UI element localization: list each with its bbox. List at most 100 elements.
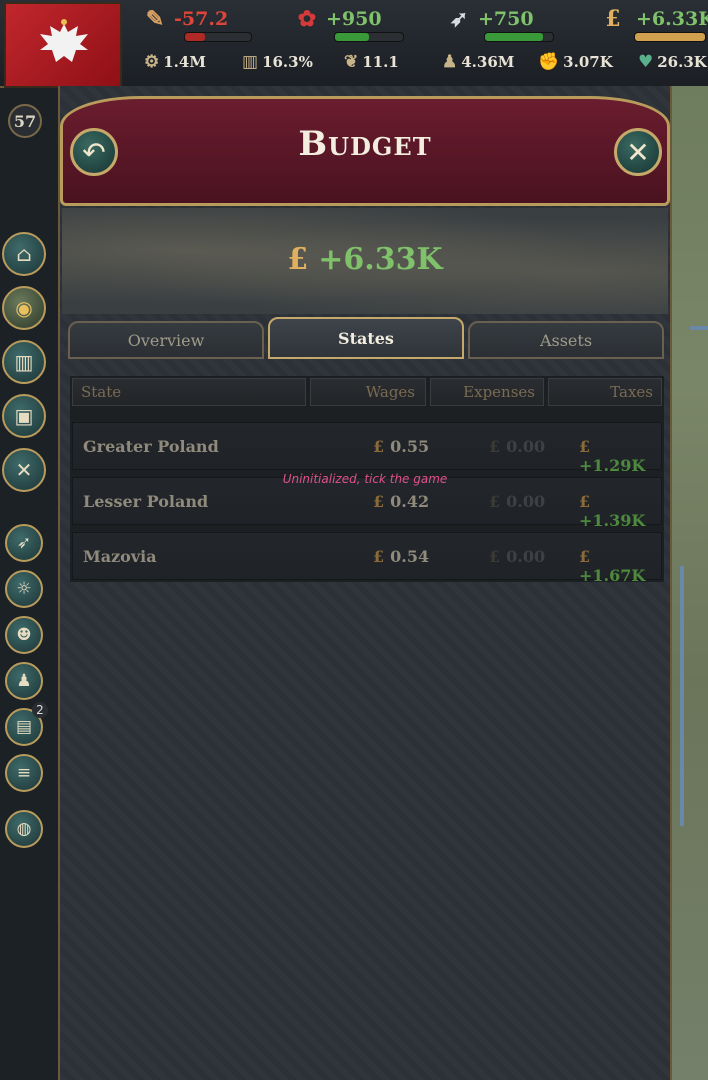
diplomacy-button[interactable]: ➶: [5, 524, 43, 562]
legitimacy-resource[interactable]: ✎ -57.2: [140, 4, 228, 34]
pound-icon: £: [489, 437, 501, 456]
state-name: Greater Poland: [83, 437, 219, 456]
table-header: State Wages Expenses Taxes: [70, 376, 664, 408]
ledger-icon: ≡: [16, 763, 32, 783]
radicals-stat[interactable]: ✊ 3.07K: [538, 52, 613, 72]
factory-icon: ▥: [14, 350, 34, 374]
pound-icon: £: [489, 492, 501, 511]
wheat-icon: ❦: [344, 52, 359, 72]
heart-icon: ♥: [638, 52, 654, 72]
bank-icon: ⌂: [16, 242, 32, 266]
pound-icon: £: [287, 242, 309, 277]
people-icon: ♟: [442, 52, 458, 72]
culture-button[interactable]: ☻: [5, 616, 43, 654]
white-eagle-icon: [40, 19, 88, 62]
wages-cell: £0.55: [373, 437, 430, 456]
river: [690, 326, 708, 330]
resource-row-secondary: ⚙ 1.4M ▥ 16.3% ❦ 11.1 ♟ 4.36M ✊ 3.07K ♥ …: [130, 52, 708, 80]
crossed-swords-icon: ✕: [15, 458, 33, 482]
state-name: Lesser Poland: [83, 492, 209, 511]
country-flag[interactable]: [4, 2, 122, 88]
budget-panel: ↶ Budget ✕ £ +6.33K Overview States Asset…: [58, 86, 672, 1080]
header-state[interactable]: State: [72, 378, 306, 406]
mask-icon: ☻: [16, 625, 32, 645]
production-button[interactable]: ▥: [2, 340, 46, 384]
crate-icon: ▣: [14, 404, 34, 428]
outliner-button[interactable]: ◍: [5, 810, 43, 848]
gdp-stat[interactable]: ⚙ 1.4M: [144, 52, 206, 72]
tab-states[interactable]: States: [268, 317, 464, 359]
pound-icon: £: [605, 6, 621, 32]
dove-icon: ➶: [449, 6, 469, 32]
influence-bar: [334, 32, 404, 42]
globe-icon: ◍: [16, 819, 32, 839]
book-icon: ▥: [242, 52, 259, 72]
dove-icon: ➶: [16, 533, 32, 553]
pound-icon: £: [373, 547, 385, 566]
resource-row-primary: ✎ -57.2 ✿ +950 ➶ +750 £ +6.33K: [130, 4, 708, 42]
close-button[interactable]: ✕: [614, 128, 662, 176]
treasury-resource[interactable]: £ +6.33K: [598, 4, 708, 34]
population-stat[interactable]: ♟ 4.36M: [442, 52, 514, 72]
pound-icon: £: [373, 437, 385, 456]
expenses-cell: £0.00: [489, 492, 546, 511]
fist-icon: ✊: [538, 52, 560, 72]
tab-assets[interactable]: Assets: [468, 321, 664, 359]
close-icon: ✕: [626, 135, 650, 169]
balance-display: £ +6.33K: [60, 242, 670, 277]
debug-overlay-message: Uninitialized, tick the game: [282, 472, 448, 486]
map-viewport[interactable]: [670, 86, 708, 1080]
politics-button[interactable]: ♟: [5, 662, 43, 700]
wages-cell: £0.42: [373, 492, 430, 511]
coins-icon: ◉: [15, 296, 33, 320]
counter-badge[interactable]: 57: [8, 104, 42, 138]
influence-resource[interactable]: ✿ +950: [292, 4, 382, 34]
market-button[interactable]: ▣: [2, 394, 46, 438]
scroll-quill-icon: ✎: [145, 6, 165, 32]
prestige-value: +750: [478, 8, 534, 30]
budget-button[interactable]: ◉: [2, 286, 46, 330]
expenses-cell: £0.00: [489, 547, 546, 566]
top-resource-bar: ✎ -57.2 ✿ +950 ➶ +750 £ +6.33K ⚙ 1.4M ▥ …: [0, 0, 708, 88]
ledger-button[interactable]: ≡: [5, 754, 43, 792]
tab-overview[interactable]: Overview: [68, 321, 264, 359]
taxes-cell: £+1.39K: [579, 492, 646, 530]
pound-icon: £: [489, 547, 501, 566]
legitimacy-bar: [184, 32, 252, 42]
legitimacy-value: -57.2: [174, 8, 229, 30]
technology-button[interactable]: ☼: [5, 570, 43, 608]
literacy-stat[interactable]: ▥ 16.3%: [242, 52, 313, 72]
taxes-cell: £+1.67K: [579, 547, 646, 585]
loyalists-stat[interactable]: ♥ 26.3K: [638, 52, 707, 72]
river: [680, 566, 684, 826]
red-seal-icon: ✿: [297, 6, 317, 32]
header-taxes[interactable]: Taxes: [548, 378, 662, 406]
table-row[interactable]: Greater Poland £0.55 £0.00 £+1.29K: [72, 422, 662, 475]
pound-icon: £: [579, 492, 591, 511]
expenses-cell: £0.00: [489, 437, 546, 456]
pound-icon: £: [579, 437, 591, 456]
journal-icon: ▤: [15, 717, 33, 737]
state-name: Mazovia: [83, 547, 157, 566]
military-button[interactable]: ✕: [2, 448, 46, 492]
people-icon: ♟: [16, 671, 32, 691]
treasury-value: +6.33K: [636, 8, 708, 30]
header-expenses[interactable]: Expenses: [430, 378, 544, 406]
panel-tabs: Overview States Assets: [68, 317, 666, 361]
journal-badge: 2: [32, 702, 48, 718]
wages-cell: £0.54: [373, 547, 430, 566]
coin-gear-icon: ⚙: [144, 52, 160, 72]
lightbulb-icon: ☼: [16, 579, 32, 599]
panel-title: Budget: [298, 124, 432, 164]
treasury-bar: [634, 32, 706, 42]
table-row[interactable]: Mazovia £0.54 £0.00 £+1.67K: [72, 532, 662, 585]
header-wages[interactable]: Wages: [310, 378, 426, 406]
government-button[interactable]: ⌂: [2, 232, 46, 276]
prestige-resource[interactable]: ➶ +750: [444, 4, 534, 34]
taxes-cell: £+1.29K: [579, 437, 646, 475]
pound-icon: £: [373, 492, 385, 511]
balance-value: +6.33K: [318, 242, 443, 277]
sol-stat[interactable]: ❦ 11.1: [344, 52, 399, 72]
pound-icon: £: [579, 547, 591, 566]
prestige-bar: [484, 32, 554, 42]
